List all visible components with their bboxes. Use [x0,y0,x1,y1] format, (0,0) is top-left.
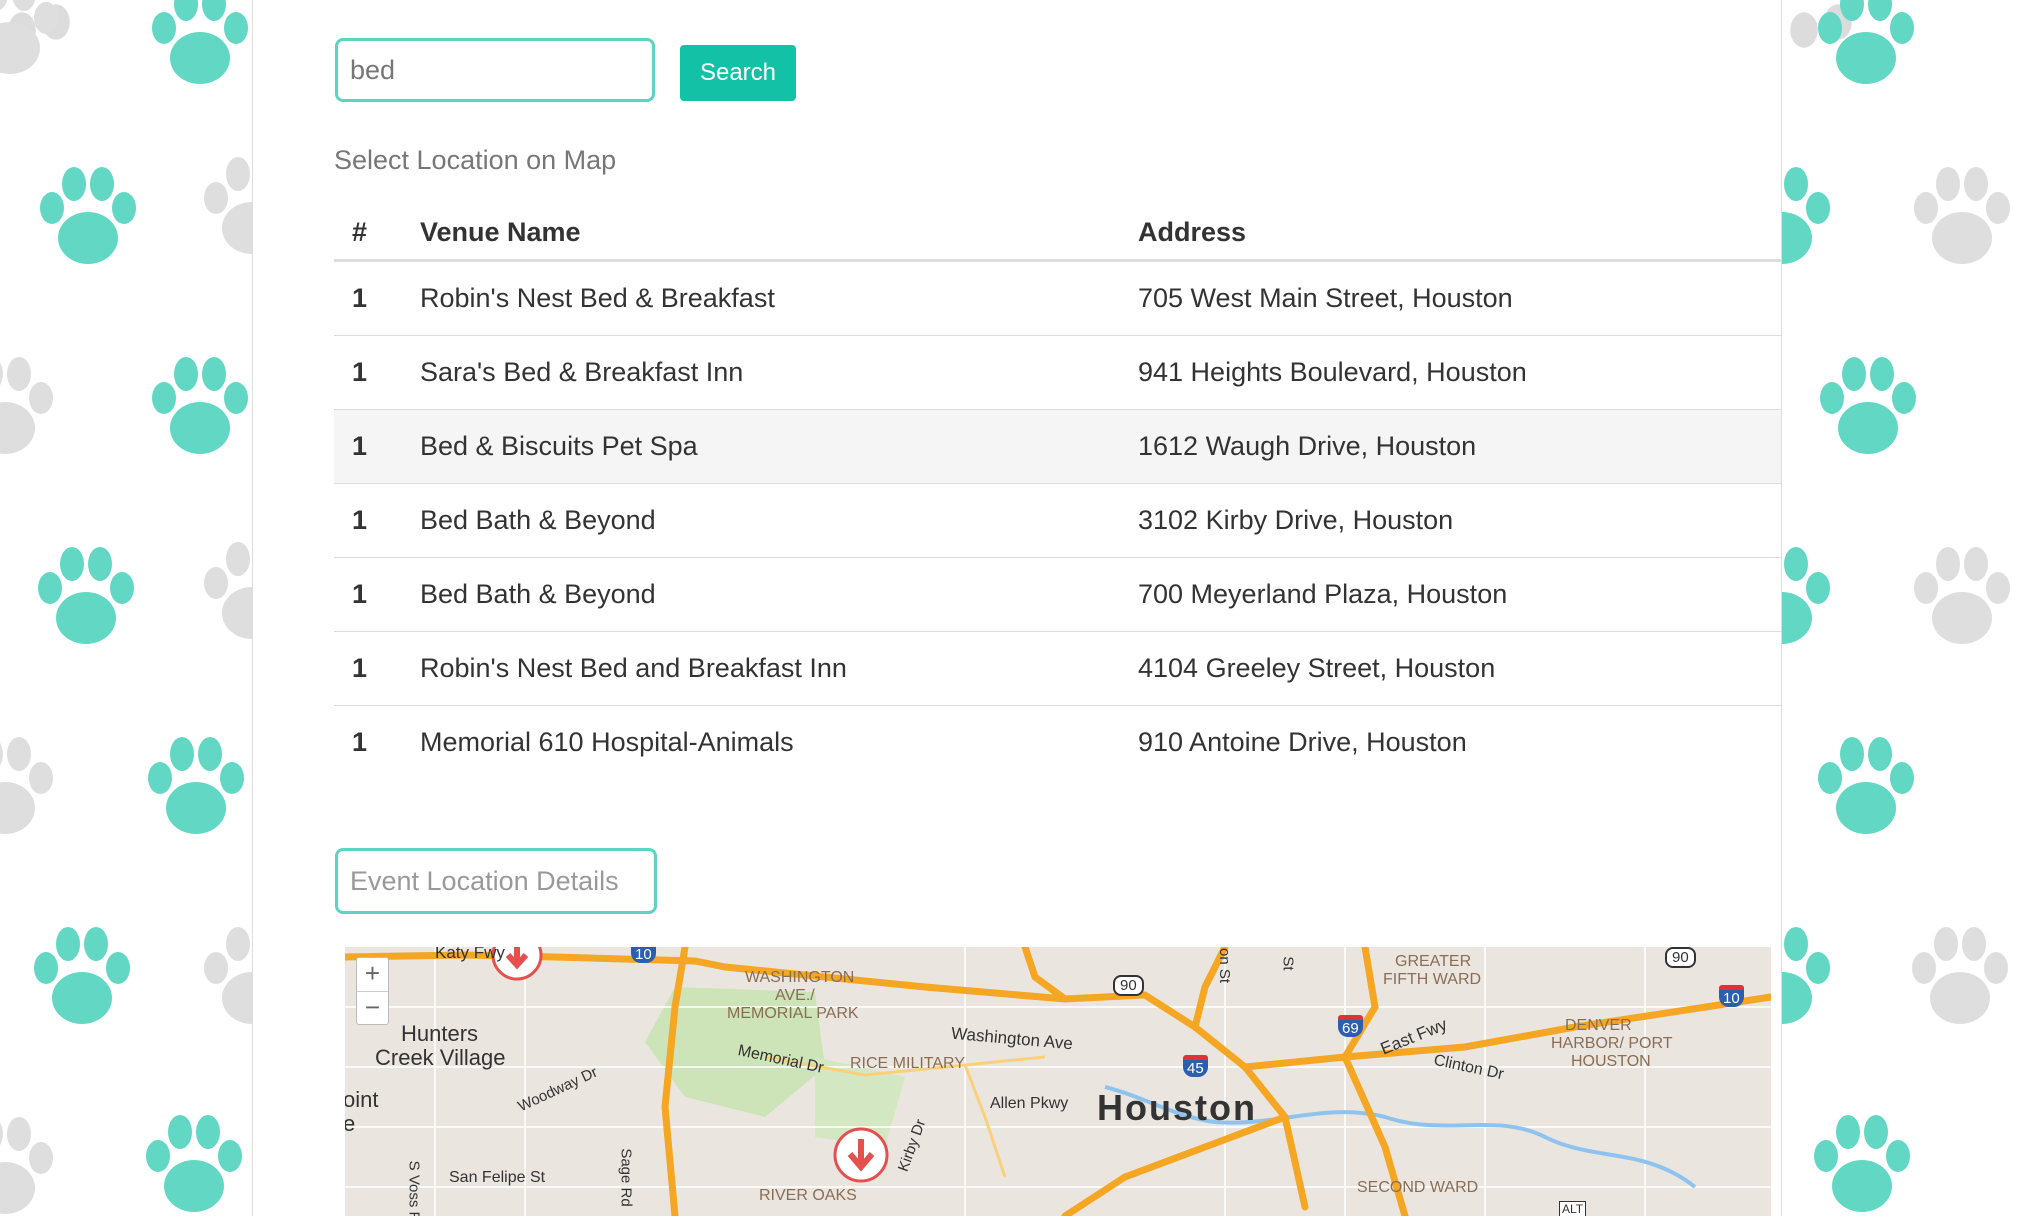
interstate-shield-icon: 45 [1183,1055,1208,1077]
map-label-washington-ave: WASHINGTON [745,969,855,986]
venue-name: Robin's Nest Bed & Breakfast [420,260,1138,336]
row-number: 1 [352,727,368,757]
map-label-river-oaks: RIVER OAKS [759,1187,857,1204]
venue-name: Bed Bath & Beyond [420,557,1138,632]
table-header-row: # Venue Name Address [334,205,1781,262]
venue-name: Bed Bath & Beyond [420,483,1138,558]
map-label-washington-ave-2: AVE./ [775,987,815,1004]
column-header-address: Address [1138,205,1781,262]
map-label-denver-harbor-3: HOUSTON [1571,1053,1651,1070]
table-row[interactable]: 1 Robin's Nest Bed and Breakfast Inn 410… [334,631,1781,706]
row-number: 1 [334,335,420,410]
map-label-point: oint [345,1087,379,1112]
map-label-allen-pkwy: Allen Pkwy [990,1095,1069,1112]
map-label-second-ward: SECOND WARD [1357,1179,1479,1196]
map-label-memorial-park: MEMORIAL PARK [727,1005,859,1022]
table-row[interactable]: 1 Robin's Nest Bed & Breakfast 705 West … [334,260,1781,336]
map-label-denver-harbor: DENVER [1565,1017,1632,1034]
venue-address: 700 Meyerland Plaza, Houston [1138,557,1781,632]
interstate-shield-icon: 10 [1719,985,1744,1007]
map[interactable]: + − Hunters Creek Village Katy Fwy WASHI… [345,947,1771,1216]
row-number: 1 [334,483,420,558]
search-input[interactable] [335,38,655,102]
map-label-rice-military: RICE MILITARY [850,1055,965,1072]
table-row[interactable]: 1 Bed Bath & Beyond 700 Meyerland Plaza,… [334,557,1781,632]
table-row[interactable]: 1 Sara's Bed & Breakfast Inn 941 Heights… [334,335,1781,410]
row-number: 1 [334,409,420,484]
column-header-venue-name: Venue Name [420,205,1138,262]
zoom-controls: + − [356,957,389,1025]
map-label-point-2: e [345,1111,356,1136]
row-number: 1 [334,631,420,706]
row-number: 1 [334,260,420,336]
venue-address: 941 Heights Boulevard, Houston [1138,335,1781,410]
select-location-label: Select Location on Map [334,145,617,175]
map-label-greater-fifth-ward-2: FIFTH WARD [1383,971,1482,988]
paw-pattern-right [1782,0,2010,1212]
map-label-alt: ALT [1559,1201,1587,1216]
table-row-hovered[interactable]: 1 Bed & Biscuits Pet Spa 1612 Waugh Driv… [334,409,1781,484]
map-label-city: Houston [1097,1087,1257,1128]
us-highway-shield-icon: 90 [1113,975,1144,996]
interstate-shield-icon: 69 [1338,1015,1363,1037]
table-row[interactable]: 1 Memorial 610 Hospital-Animals 910 Anto… [334,706,1781,780]
zoom-out-button[interactable]: − [357,992,388,1025]
map-label-katy-fwy: Katy Fwy [435,947,505,962]
map-label-s-voss: S Voss R [405,1160,423,1216]
venue-address: 910 Antoine Drive, Houston [1138,727,1467,757]
venues-table: # Venue Name Address 1 Robin's Nest Bed … [334,205,1781,779]
paw-pattern-left [0,0,252,1214]
row-number: 1 [334,557,420,632]
venue-name: Sara's Bed & Breakfast Inn [420,335,1138,410]
table-row[interactable]: 1 Bed Bath & Beyond 3102 Kirby Drive, Ho… [334,483,1781,558]
search-button[interactable]: Search [680,45,796,101]
interstate-shield-icon: 10 [631,947,656,963]
map-label-sage-rd: Sage Rd [617,1148,635,1207]
background-pattern-left [0,0,252,1216]
zoom-in-button[interactable]: + [357,958,388,992]
us-highway-shield-icon: 90 [1665,947,1696,968]
venue-name: Robin's Nest Bed and Breakfast Inn [420,631,1138,706]
main-container: Search Select Location on Map # Venue Na… [252,0,1782,1216]
map-label-st: St [1279,956,1297,971]
column-header-number: # [334,205,420,262]
map-label-hunters-creek-village: Creek Village [375,1045,506,1070]
map-label-san-felipe: San Felipe St [449,1169,546,1186]
event-location-details-button[interactable]: Event Location Details [335,848,657,914]
map-marker-icon[interactable] [831,1125,891,1185]
venue-address: 705 West Main Street, Houston [1138,260,1781,336]
background-pattern-right [1782,0,2028,1216]
venue-name: Memorial 610 Hospital-Animals [420,727,794,757]
venue-address: 1612 Waugh Drive, Houston [1138,409,1781,484]
map-label-on-st: on St [1216,947,1234,984]
venue-name: Bed & Biscuits Pet Spa [420,409,1138,484]
map-label-denver-harbor-2: HARBOR/ PORT [1551,1035,1673,1052]
venue-address: 4104 Greeley Street, Houston [1138,631,1781,706]
venue-address: 3102 Kirby Drive, Houston [1138,483,1781,558]
map-label-hunters-creek: Hunters [401,1021,479,1046]
map-label-greater-fifth-ward: GREATER [1395,953,1472,970]
